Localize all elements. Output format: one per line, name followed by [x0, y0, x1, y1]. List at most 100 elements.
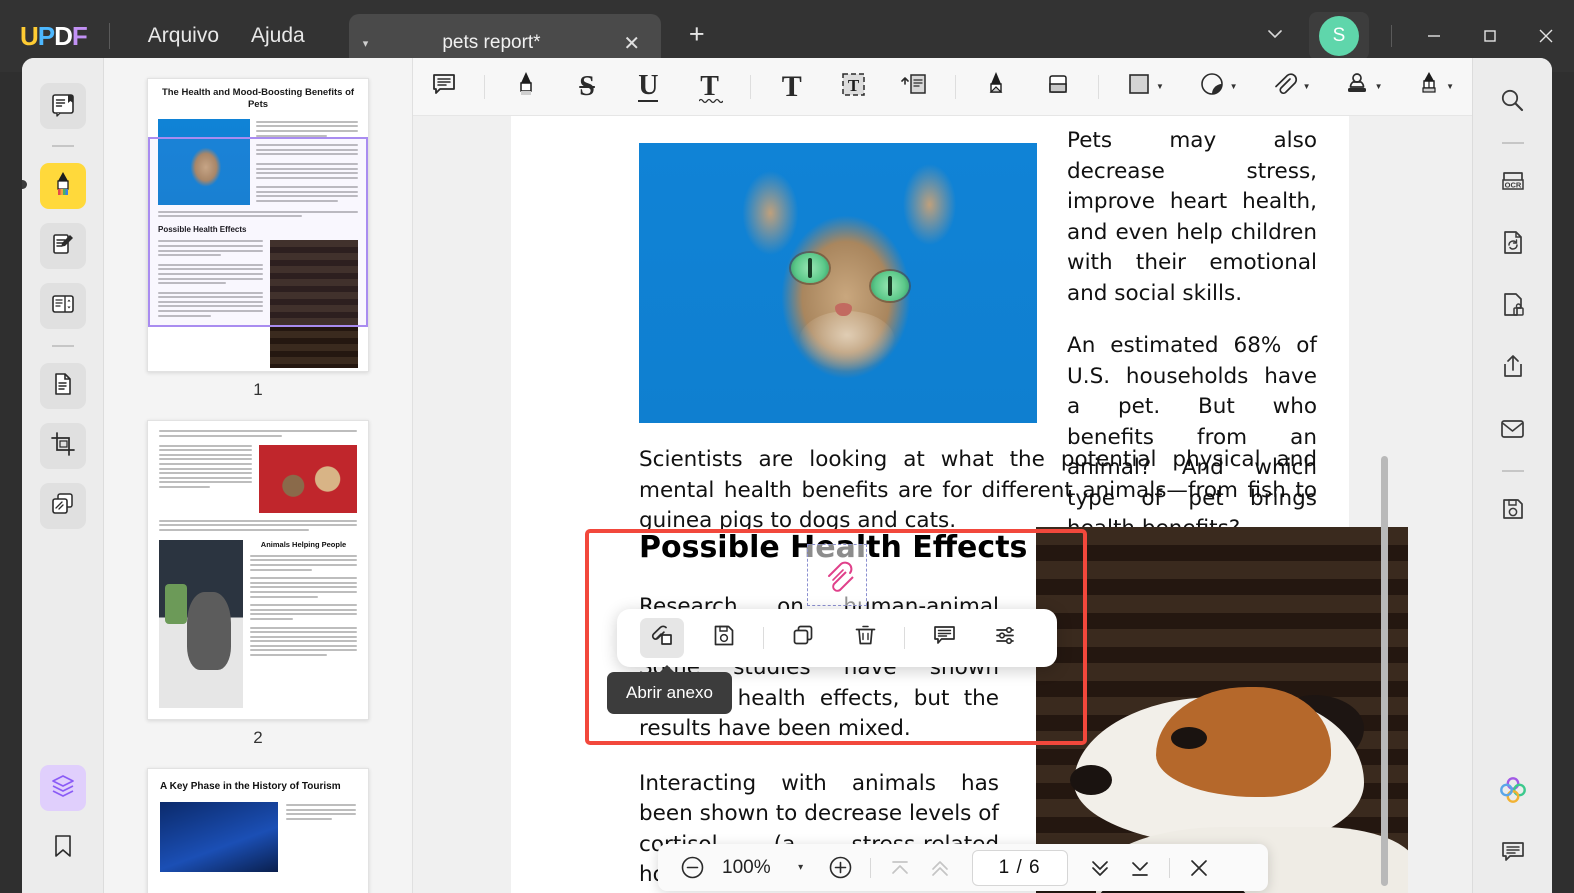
app-frame: The Health and Mood-Boosting Benefits of…	[22, 58, 1552, 893]
tool-squiggly[interactable]: T	[688, 66, 731, 108]
cat-eye-left	[791, 253, 829, 283]
chevron-down-icon[interactable]: ▼	[1446, 82, 1454, 91]
doc-paragraph-1: Pets may also decrease stress, improve h…	[1067, 128, 1317, 306]
logo-letter-f: F	[71, 20, 88, 51]
last-page-button[interactable]	[1120, 850, 1160, 886]
chevron-down-icon[interactable]	[1249, 19, 1301, 54]
layers-icon	[50, 773, 76, 804]
page-indicator[interactable]: 1 / 6	[971, 849, 1068, 886]
avatar: S	[1319, 16, 1359, 56]
zoom-out-button[interactable]	[672, 850, 712, 886]
tool-eraser[interactable]	[1036, 66, 1079, 108]
attachment-context-toolbar	[617, 609, 1057, 667]
right-tool-ocr[interactable]: OCR	[1490, 160, 1536, 206]
open-attachment-button[interactable]	[640, 618, 684, 658]
highlighter-icon	[50, 170, 76, 203]
tool-signature[interactable]: ▼	[1408, 66, 1463, 108]
file-convert-icon	[50, 371, 76, 402]
thumbnail-page-3[interactable]: A Key Phase in the History of Tourism	[147, 768, 369, 893]
annotation-toolbar: S U T T T ▼ ▼ ▼ ▼ ▼	[413, 58, 1472, 116]
tool-text[interactable]: T	[770, 66, 813, 108]
tool-pencil[interactable]	[975, 66, 1018, 108]
sidebar-item-edit[interactable]	[39, 223, 86, 269]
chevron-down-icon[interactable]: ▼	[1230, 82, 1238, 91]
document-view[interactable]: Pets may also decrease stress, improve h…	[413, 116, 1472, 893]
first-page-button[interactable]	[880, 850, 920, 886]
sidebar-item-protect[interactable]	[39, 483, 86, 529]
toolbar-divider-2	[750, 74, 752, 99]
chevron-down-icon[interactable]: ▼	[1303, 82, 1311, 91]
close-navbar-button[interactable]	[1179, 850, 1219, 886]
thumbnail-panel[interactable]: The Health and Mood-Boosting Benefits of…	[104, 58, 413, 893]
sidebar-collapse-handle[interactable]	[22, 180, 27, 189]
comment-balloon-icon	[1500, 839, 1526, 870]
attachment-toolbar-divider-1	[763, 627, 764, 649]
toolbar-divider-4	[1098, 74, 1100, 99]
pdf-page[interactable]: Pets may also decrease stress, improve h…	[511, 116, 1408, 893]
tool-strikethrough[interactable]: S	[565, 66, 608, 108]
zoom-in-button[interactable]	[821, 850, 861, 886]
tool-highlight[interactable]	[504, 66, 547, 108]
next-page-button[interactable]	[1080, 850, 1120, 886]
crop-icon	[50, 431, 76, 462]
tool-shapes[interactable]: ▼	[1118, 66, 1173, 108]
menu-arquivo[interactable]: Arquivo	[132, 18, 235, 54]
search-icon	[1499, 87, 1526, 119]
tool-callout[interactable]	[893, 66, 936, 108]
logo-letter-p: P	[37, 20, 55, 51]
zoom-dropdown-button[interactable]: ▾	[781, 850, 821, 886]
close-icon[interactable]: ✕	[615, 26, 649, 60]
fountain-pen-icon	[1417, 70, 1441, 103]
chevron-down-icon[interactable]: ▼	[1156, 82, 1164, 91]
dog-nose	[1070, 765, 1112, 795]
right-tool-email[interactable]	[1490, 408, 1536, 454]
sidebar-item-convert[interactable]	[39, 363, 86, 409]
chevron-down-icon[interactable]: ▼	[1375, 82, 1383, 91]
right-tool-share[interactable]	[1490, 346, 1536, 392]
tool-attachment[interactable]: ▼	[1263, 66, 1318, 108]
menu-ajuda[interactable]: Ajuda	[235, 18, 321, 54]
right-tool-ai[interactable]	[1490, 769, 1536, 815]
right-tool-search[interactable]	[1490, 80, 1536, 126]
sliders-icon	[994, 623, 1019, 653]
right-tool-protect[interactable]	[1490, 284, 1536, 330]
right-tool-convert[interactable]	[1490, 222, 1536, 268]
tool-underline[interactable]: U	[627, 66, 670, 108]
account-button[interactable]: S	[1309, 12, 1369, 60]
tool-sticker[interactable]: ▼	[1191, 66, 1246, 108]
thumbnail-page-2[interactable]: Animals Helping People	[147, 420, 369, 720]
highlighter-icon	[513, 70, 539, 103]
envelope-icon	[1499, 417, 1526, 446]
doc-paragraph-4: Scientists are looking at what the poten…	[639, 447, 1317, 534]
comment-balloon-icon	[932, 623, 957, 653]
comment-attachment-button[interactable]	[922, 618, 966, 658]
attachment-properties-button[interactable]	[984, 618, 1028, 658]
sidebar-item-reader[interactable]	[39, 83, 86, 129]
tool-text-box[interactable]: T	[831, 66, 874, 108]
updf-window: U P D F Arquivo Ajuda ▾ pets report* ✕ +…	[0, 0, 1574, 893]
copy-attachment-button[interactable]	[781, 618, 825, 658]
sidebar-item-crop[interactable]	[39, 423, 86, 469]
zoom-level-value[interactable]: 100%	[722, 857, 771, 879]
thumbnail-label-1: 1	[253, 380, 263, 399]
sidebar-item-comment[interactable]	[39, 163, 86, 209]
paperclip-icon[interactable]	[819, 561, 859, 601]
sidebar-item-bookmark[interactable]	[40, 825, 86, 871]
prev-page-button[interactable]	[920, 850, 960, 886]
save-attachment-button[interactable]	[702, 618, 746, 658]
sidebar-item-organize[interactable]	[39, 283, 86, 329]
right-tool-save[interactable]	[1490, 488, 1536, 534]
vertical-scrollbar[interactable]	[1381, 456, 1388, 886]
new-tab-button[interactable]: +	[679, 18, 715, 54]
right-divider-2	[1501, 470, 1524, 472]
ocr-icon: OCR	[1499, 168, 1527, 199]
right-tool-comments[interactable]	[1490, 831, 1536, 877]
thumbnail-page-1[interactable]: The Health and Mood-Boosting Benefits of…	[147, 78, 369, 372]
tool-stamp[interactable]: ▼	[1336, 66, 1391, 108]
chevron-down-icon: ▾	[798, 862, 804, 873]
tool-sticky-note[interactable]	[422, 66, 465, 108]
delete-attachment-button[interactable]	[843, 618, 887, 658]
sidebar-item-layers[interactable]	[39, 765, 86, 811]
copy-icon	[791, 623, 816, 653]
paperclip-icon	[1271, 71, 1298, 103]
